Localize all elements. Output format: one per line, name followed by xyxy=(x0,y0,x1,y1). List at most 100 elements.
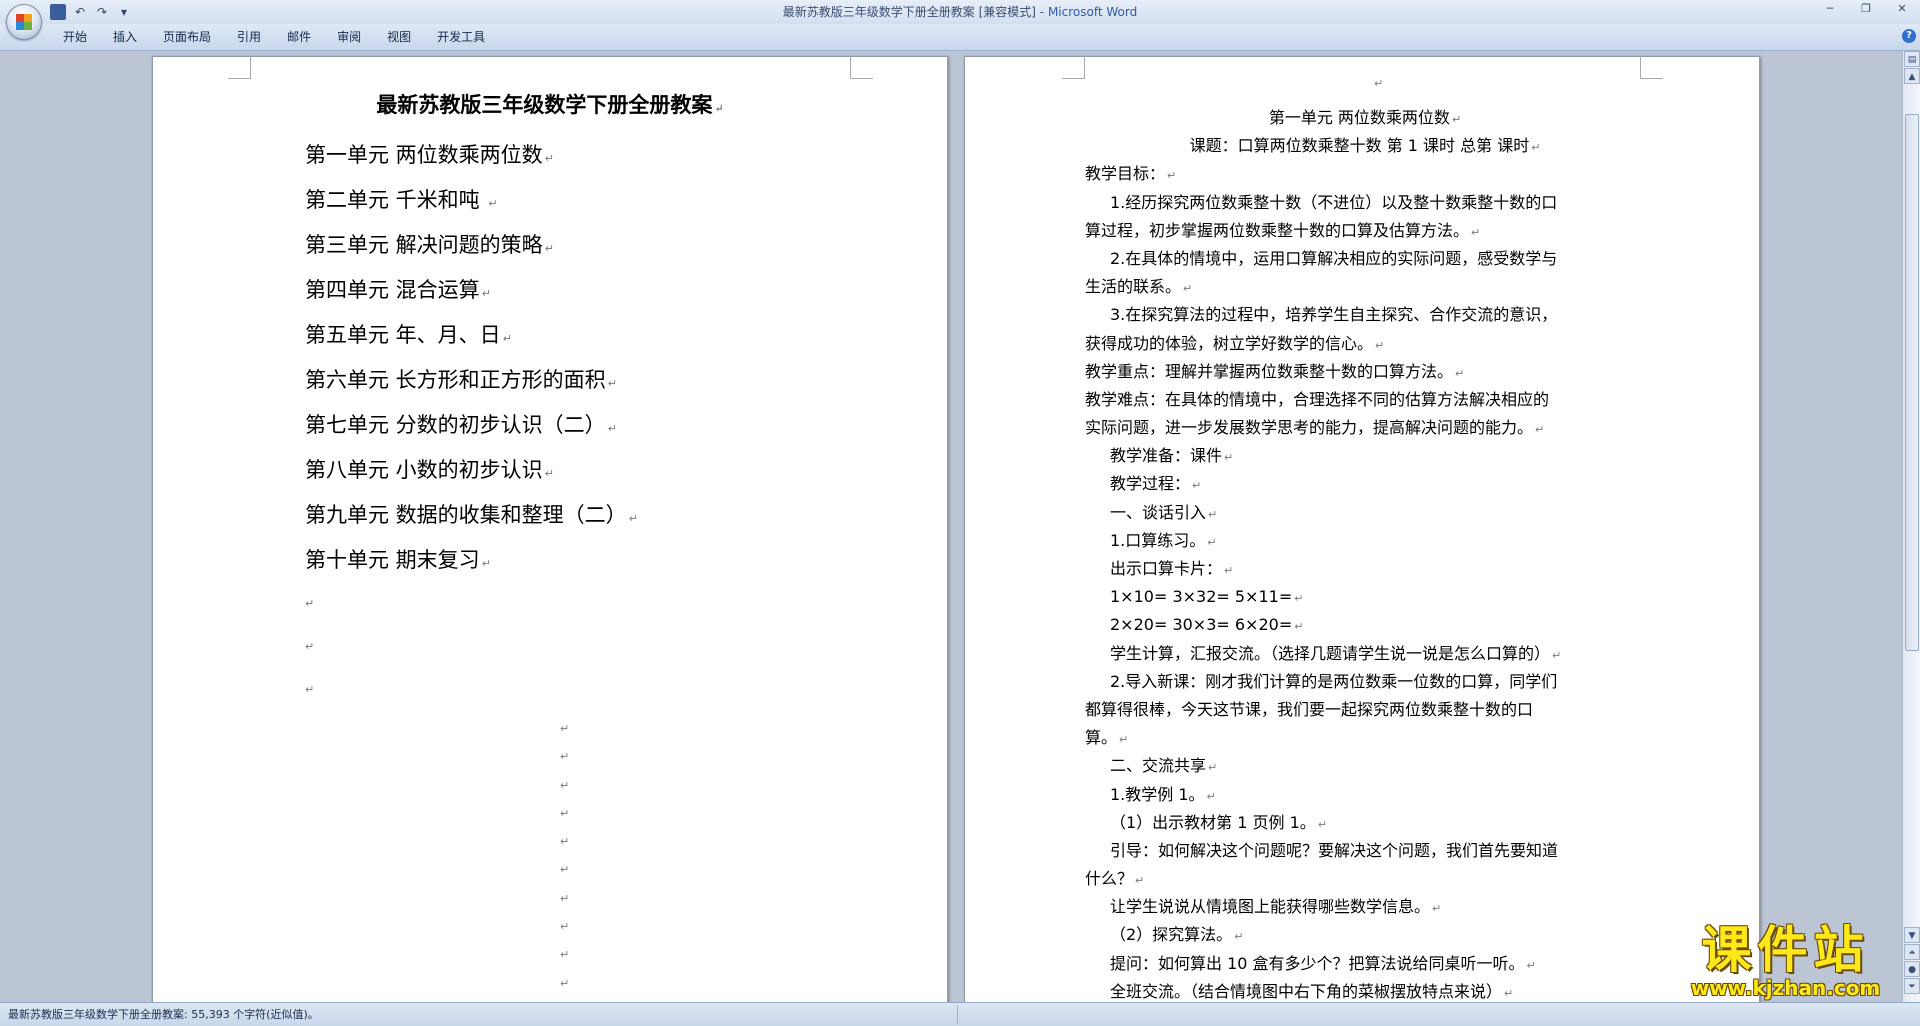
lesson-title: 课题：口算两位数乘整十数 第 1 课时 总第 课时 ↵ xyxy=(1085,132,1645,160)
window-title: 最新苏教版三年级数学下册全册教案 [兼容模式] - Microsoft Word xyxy=(0,3,1920,20)
unit-item-text: 第三单元 解决问题的策略 xyxy=(305,233,543,257)
office-button[interactable] xyxy=(6,4,42,40)
paragraph-mark: ↵ xyxy=(714,102,724,115)
text-line: 获得成功的体验，树立学好数学的信心。 ↵ xyxy=(1085,330,1645,358)
paragraph-mark: ↵ xyxy=(1526,958,1536,972)
ruler-toggle-icon[interactable]: ▤ xyxy=(1904,51,1920,67)
paragraph-mark: ↵ xyxy=(607,422,617,435)
paragraph-mark: ↵ xyxy=(1208,761,1218,775)
text-line: 1.口算练习。 ↵ xyxy=(1085,527,1645,555)
tab-review[interactable]: 审阅 xyxy=(324,24,374,50)
text-line: 生活的联系。 ↵ xyxy=(1085,273,1645,301)
tab-references[interactable]: 引用 xyxy=(224,24,274,50)
paragraph-mark: ↵ xyxy=(607,377,617,390)
paragraph-mark: ↵ xyxy=(544,467,554,480)
paragraph-mark: ↵ xyxy=(1192,479,1202,493)
text-line: 算。 ↵ xyxy=(1085,724,1645,752)
paragraph-mark: ↵ xyxy=(1135,874,1145,888)
line-text: 引导：如何解决这个问题呢？要解决这个问题，我们首先要知道 xyxy=(1110,840,1559,860)
scroll-up-icon[interactable]: ▲ xyxy=(1904,68,1920,84)
status-separator xyxy=(957,1005,958,1024)
paragraph-mark: ↵ xyxy=(560,750,570,764)
line-text: 1×10= 3×32= 5×11= xyxy=(1110,587,1293,607)
line-text: 实际问题，进一步发展数学思考的能力，提高解决问题的能力。 xyxy=(1085,418,1534,438)
page-left[interactable]: 最新苏教版三年级数学下册全册教案 ↵ 第一单元 两位数乘两位数 ↵ 第二单元 千米和… xyxy=(152,56,948,1002)
line-text: 提问：如何算出 10 盒有多少个？把算法说给同桌听一听。 xyxy=(1110,953,1525,973)
text-line: 1.教学例 1。 ↵ xyxy=(1085,781,1645,809)
watermark-url: www.kjzhan.com xyxy=(1690,976,1881,1000)
vertical-scrollbar[interactable]: ▤ ▲ ▼ ⏶ ● ⏷ xyxy=(1902,51,1920,1002)
unit-heading: 第一单元 两位数乘两位数 ↵ xyxy=(1085,104,1645,132)
line-text: （2）探究算法。 xyxy=(1110,925,1233,945)
line-text: 第一单元 两位数乘两位数 xyxy=(1268,108,1450,127)
paragraph-mark: ↵ xyxy=(305,640,315,653)
paragraph-mark: ↵ xyxy=(1294,620,1304,634)
unit-item: 第二单元 千米和吨 ↵ xyxy=(305,178,638,223)
help-icon[interactable]: ? xyxy=(1902,29,1916,43)
text-line: 2×20= 30×3= 6×20= ↵ xyxy=(1085,611,1645,639)
minimize-icon[interactable]: ─ xyxy=(1812,0,1848,18)
tab-page-layout[interactable]: 页面布局 xyxy=(150,24,224,50)
line-text: 二、交流共享 xyxy=(1110,756,1207,776)
paragraph-mark: ↵ xyxy=(560,891,570,905)
line-text: 3.在探究算法的过程中，培养学生自主探究、合作交流的意识， xyxy=(1110,305,1558,325)
line-text: 1.口算练习。 xyxy=(1110,530,1206,550)
text-line: 实际问题，进一步发展数学思考的能力，提高解决问题的能力。 ↵ xyxy=(1085,414,1645,442)
text-line: 都算得很棒，今天这节课，我们要一起探究两位数乘整十数的口 xyxy=(1085,696,1645,724)
close-icon[interactable]: ✕ xyxy=(1884,0,1920,18)
paragraph-mark: ↵ xyxy=(560,863,570,877)
unit-item: 第三单元 解决问题的策略 ↵ xyxy=(305,223,638,268)
unit-item: 第六单元 长方形和正方形的面积 ↵ xyxy=(305,358,638,403)
watermark-cn: 课件站 xyxy=(1701,921,1870,979)
text-line: 2.导入新课：刚才我们计算的是两位数乘一位数的口算，同学们 xyxy=(1085,668,1645,696)
empty-paragraphs-centered: ↵ ↵ ↵ ↵ ↵ ↵ ↵ ↵ ↵ ↵ xyxy=(560,722,569,1002)
paragraph-mark: ↵ xyxy=(1208,507,1218,521)
text-line: 出示口算卡片： ↵ xyxy=(1085,555,1645,583)
line-text: 教学准备：课件 xyxy=(1110,446,1223,466)
unit-item: 第九单元 数据的收集和整理（二） ↵ xyxy=(305,493,638,538)
tab-home[interactable]: 开始 xyxy=(50,24,100,50)
paragraph-mark: ↵ xyxy=(1451,113,1462,126)
text-line: 提问：如何算出 10 盒有多少个？把算法说给同桌听一听。 ↵ xyxy=(1085,950,1645,978)
line-text: 教学难点：在具体的情境中，合理选择不同的估算方法解决相应的 xyxy=(1085,389,1550,409)
line-text: 获得成功的体验，树立学好数学的信心。 xyxy=(1085,333,1374,353)
paragraph-mark: ↵ xyxy=(502,332,512,345)
paragraph-mark: ↵ xyxy=(1531,141,1541,155)
unit-item-text: 第九单元 数据的收集和整理（二） xyxy=(305,503,627,527)
text-line: 教学准备：课件 ↵ xyxy=(1085,442,1645,470)
text-line: 教学过程： ↵ xyxy=(1085,470,1645,498)
line-text: 学生计算，汇报交流。（选择几题请学生说一说是怎么口算的） xyxy=(1110,643,1551,663)
line-text: 教学过程： xyxy=(1110,474,1191,494)
ribbon-tabs-bar: 开始 插入 页面布局 引用 邮件 审阅 视图 开发工具 ? xyxy=(0,24,1920,51)
tab-mailings[interactable]: 邮件 xyxy=(274,24,324,50)
text-line: 让学生说说从情境图上能获得哪些数学信息。 ↵ xyxy=(1085,893,1645,921)
tab-insert[interactable]: 插入 xyxy=(100,24,150,50)
window-title-doc: 最新苏教版三年级数学下册全册教案 [兼容模式] xyxy=(782,5,1036,19)
unit-item: 第四单元 混合运算 ↵ xyxy=(305,268,638,313)
line-text: （1）出示教材第 1 页例 1。 xyxy=(1110,812,1316,832)
unit-item-text: 第六单元 长方形和正方形的面积 xyxy=(305,368,606,392)
line-text: 1.经历探究两位数乘整十数（不进位）以及整十数乘整十数的口 xyxy=(1110,192,1558,212)
text-line: （1）出示教材第 1 页例 1。 ↵ xyxy=(1085,809,1645,837)
tab-developer[interactable]: 开发工具 xyxy=(424,24,498,50)
document-area: 最新苏教版三年级数学下册全册教案 ↵ 第一单元 两位数乘两位数 ↵ 第二单元 千米和… xyxy=(0,51,1902,1002)
tab-view[interactable]: 视图 xyxy=(374,24,424,50)
scroll-thumb[interactable] xyxy=(1905,114,1919,651)
line-text: 算过程，初步掌握两位数乘整十数的口算及估算方法。 xyxy=(1085,220,1470,240)
text-line: 教学重点：理解并掌握两位数乘整十数的口算方法。 ↵ xyxy=(1085,358,1645,386)
document-title: 最新苏教版三年级数学下册全册教案 ↵ xyxy=(153,89,947,119)
page-right[interactable]: ↵ 第一单元 两位数乘两位数 ↵ 课题：口算两位数乘整十数 第 1 课时 总第 课… xyxy=(964,56,1760,1002)
line-text: 让学生说说从情境图上能获得哪些数学信息。 xyxy=(1110,897,1431,917)
paragraph-mark: ↵ xyxy=(1167,169,1177,183)
status-text[interactable]: 最新苏教版三年级数学下册全册教案: 55,393 个字符(近似值)。 xyxy=(8,1008,319,1021)
text-line: 教学难点：在具体的情境中，合理选择不同的估算方法解决相应的 xyxy=(1085,386,1645,414)
text-line: 全班交流。（结合情境图中右下角的菜椒摆放特点来说） ↵ xyxy=(1085,978,1645,1002)
line-text: 生活的联系。 xyxy=(1085,277,1182,297)
paragraph-mark: ↵ xyxy=(1224,564,1234,577)
text-line: 学生计算，汇报交流。（选择几题请学生说一说是怎么口算的） ↵ xyxy=(1085,640,1645,668)
maximize-icon[interactable]: ❐ xyxy=(1848,0,1884,18)
ribbon-tabs: 开始 插入 页面布局 引用 邮件 审阅 视图 开发工具 xyxy=(50,24,498,50)
unit-item-text: 第二单元 千米和吨 xyxy=(305,188,487,212)
line-text: 2.在具体的情境中，运用口算解决相应的实际问题，感受数学与 xyxy=(1110,248,1558,268)
paragraph-mark: ↵ xyxy=(544,152,554,165)
